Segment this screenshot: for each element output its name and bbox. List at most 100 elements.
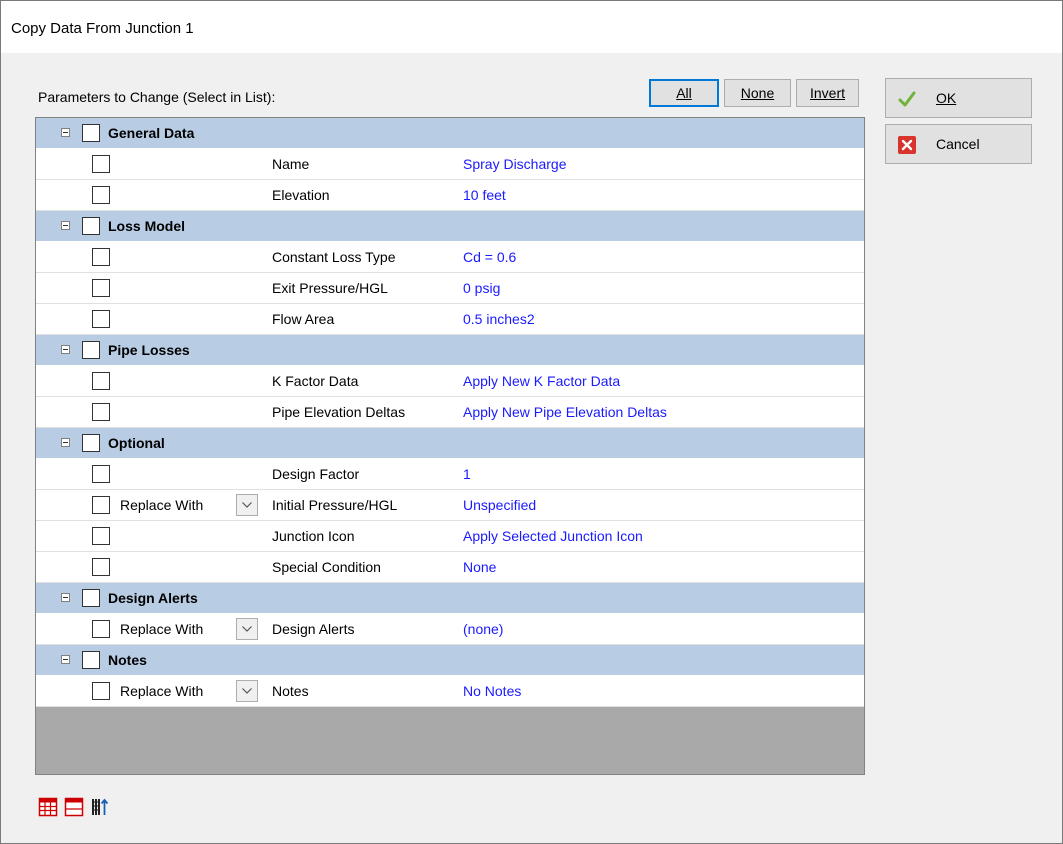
param-name: Exit Pressure/HGL (272, 280, 388, 296)
group-pipe-losses[interactable]: Pipe Losses (36, 335, 864, 366)
ok-button-label: OK (936, 90, 957, 106)
replace-mode-label: Replace With (120, 683, 204, 699)
chevron-down-icon (242, 688, 252, 694)
cancel-button-label: Cancel (936, 136, 980, 152)
row-checkbox[interactable] (92, 496, 110, 514)
collapse-icon[interactable] (61, 438, 70, 447)
param-row-design-alerts[interactable]: Replace With Design Alerts (none) (36, 614, 864, 645)
param-row-constant-loss-type[interactable]: Constant Loss Type Cd = 0.6 (36, 242, 864, 273)
param-name: K Factor Data (272, 373, 359, 389)
param-name: Junction Icon (272, 528, 355, 544)
param-row-special-condition[interactable]: Special Condition None (36, 552, 864, 583)
group-checkbox[interactable] (82, 341, 100, 359)
param-value: Spray Discharge (463, 156, 567, 172)
param-name: Notes (272, 683, 309, 699)
param-name: Elevation (272, 187, 330, 203)
param-value: Unspecified (463, 497, 537, 513)
param-name: Pipe Elevation Deltas (272, 404, 406, 420)
param-name: Design Alerts (272, 621, 355, 637)
window-title: Copy Data From Junction 1 (11, 20, 194, 37)
group-label: Optional (108, 435, 165, 451)
none-button-label: None (740, 85, 775, 101)
param-row-initial-pressure[interactable]: Replace With Initial Pressure/HGL Unspec… (36, 490, 864, 521)
group-checkbox[interactable] (82, 217, 100, 235)
sort-list-icon[interactable] (90, 797, 110, 817)
row-checkbox[interactable] (92, 310, 110, 328)
group-label: Loss Model (108, 218, 186, 234)
param-row-k-factor-data[interactable]: K Factor Data Apply New K Factor Data (36, 366, 864, 397)
row-checkbox[interactable] (92, 372, 110, 390)
invert-button[interactable]: Invert (796, 79, 859, 107)
row-checkbox[interactable] (92, 403, 110, 421)
red-x-icon (898, 136, 916, 154)
group-general-data[interactable]: General Data (36, 118, 864, 149)
group-design-alerts[interactable]: Design Alerts (36, 583, 864, 614)
replace-mode-label: Replace With (120, 497, 204, 513)
collapse-icon[interactable] (61, 593, 70, 602)
replace-mode-dropdown[interactable] (236, 680, 258, 702)
param-row-pipe-elevation-deltas[interactable]: Pipe Elevation Deltas Apply New Pipe Ele… (36, 397, 864, 428)
param-name: Design Factor (272, 466, 360, 482)
collapse-icon[interactable] (61, 345, 70, 354)
param-value: 0.5 inches2 (463, 311, 535, 327)
check-icon (898, 91, 916, 107)
group-checkbox[interactable] (82, 434, 100, 452)
expand-all-grid-icon[interactable] (38, 797, 58, 817)
param-value: (none) (463, 621, 504, 637)
ok-button[interactable]: OK (885, 78, 1032, 118)
row-checkbox[interactable] (92, 682, 110, 700)
parameters-grid: General Data Name Spray Discharge Elevat… (35, 117, 865, 775)
copy-data-dialog: Copy Data From Junction 1 Parameters to … (0, 0, 1063, 844)
row-checkbox[interactable] (92, 186, 110, 204)
row-checkbox[interactable] (92, 465, 110, 483)
group-loss-model[interactable]: Loss Model (36, 211, 864, 242)
param-row-name[interactable]: Name Spray Discharge (36, 149, 864, 180)
param-row-junction-icon[interactable]: Junction Icon Apply Selected Junction Ic… (36, 521, 864, 552)
group-checkbox[interactable] (82, 589, 100, 607)
param-row-exit-pressure[interactable]: Exit Pressure/HGL 0 psig (36, 273, 864, 304)
param-name: Special Condition (272, 559, 381, 575)
row-checkbox[interactable] (92, 248, 110, 266)
group-notes[interactable]: Notes (36, 645, 864, 676)
all-button[interactable]: All (649, 79, 719, 107)
collapse-all-grid-icon[interactable] (64, 797, 84, 817)
row-checkbox[interactable] (92, 155, 110, 173)
param-row-notes[interactable]: Replace With Notes No Notes (36, 676, 864, 707)
chevron-down-icon (242, 502, 252, 508)
row-checkbox[interactable] (92, 620, 110, 638)
group-label: Design Alerts (108, 590, 198, 606)
param-row-elevation[interactable]: Elevation 10 feet (36, 180, 864, 211)
param-value: No Notes (463, 683, 522, 699)
title-bar: Copy Data From Junction 1 (1, 1, 1062, 53)
replace-mode-dropdown[interactable] (236, 494, 258, 516)
param-value: Apply New K Factor Data (463, 373, 621, 389)
group-label: General Data (108, 125, 195, 141)
param-row-flow-area[interactable]: Flow Area 0.5 inches2 (36, 304, 864, 335)
group-label: Notes (108, 652, 147, 668)
collapse-icon[interactable] (61, 655, 70, 664)
replace-mode-dropdown[interactable] (236, 618, 258, 640)
replace-mode-label: Replace With (120, 621, 204, 637)
row-checkbox[interactable] (92, 279, 110, 297)
group-optional[interactable]: Optional (36, 428, 864, 459)
parameters-label: Parameters to Change (Select in List): (38, 89, 276, 105)
collapse-icon[interactable] (61, 221, 70, 230)
group-label: Pipe Losses (108, 342, 190, 358)
collapse-icon[interactable] (61, 128, 70, 137)
none-button[interactable]: None (724, 79, 791, 107)
param-row-design-factor[interactable]: Design Factor 1 (36, 459, 864, 490)
param-name: Constant Loss Type (272, 249, 396, 265)
group-checkbox[interactable] (82, 651, 100, 669)
invert-button-label: Invert (809, 85, 845, 101)
param-value: Cd = 0.6 (463, 249, 517, 265)
row-checkbox[interactable] (92, 527, 110, 545)
group-checkbox[interactable] (82, 124, 100, 142)
param-value: Apply Selected Junction Icon (463, 528, 643, 544)
param-name: Flow Area (272, 311, 335, 327)
param-value: 1 (463, 466, 471, 482)
param-value: None (463, 559, 497, 575)
cancel-button[interactable]: Cancel (885, 124, 1032, 164)
param-name: Name (272, 156, 310, 172)
row-checkbox[interactable] (92, 558, 110, 576)
param-value: 10 feet (463, 187, 506, 203)
